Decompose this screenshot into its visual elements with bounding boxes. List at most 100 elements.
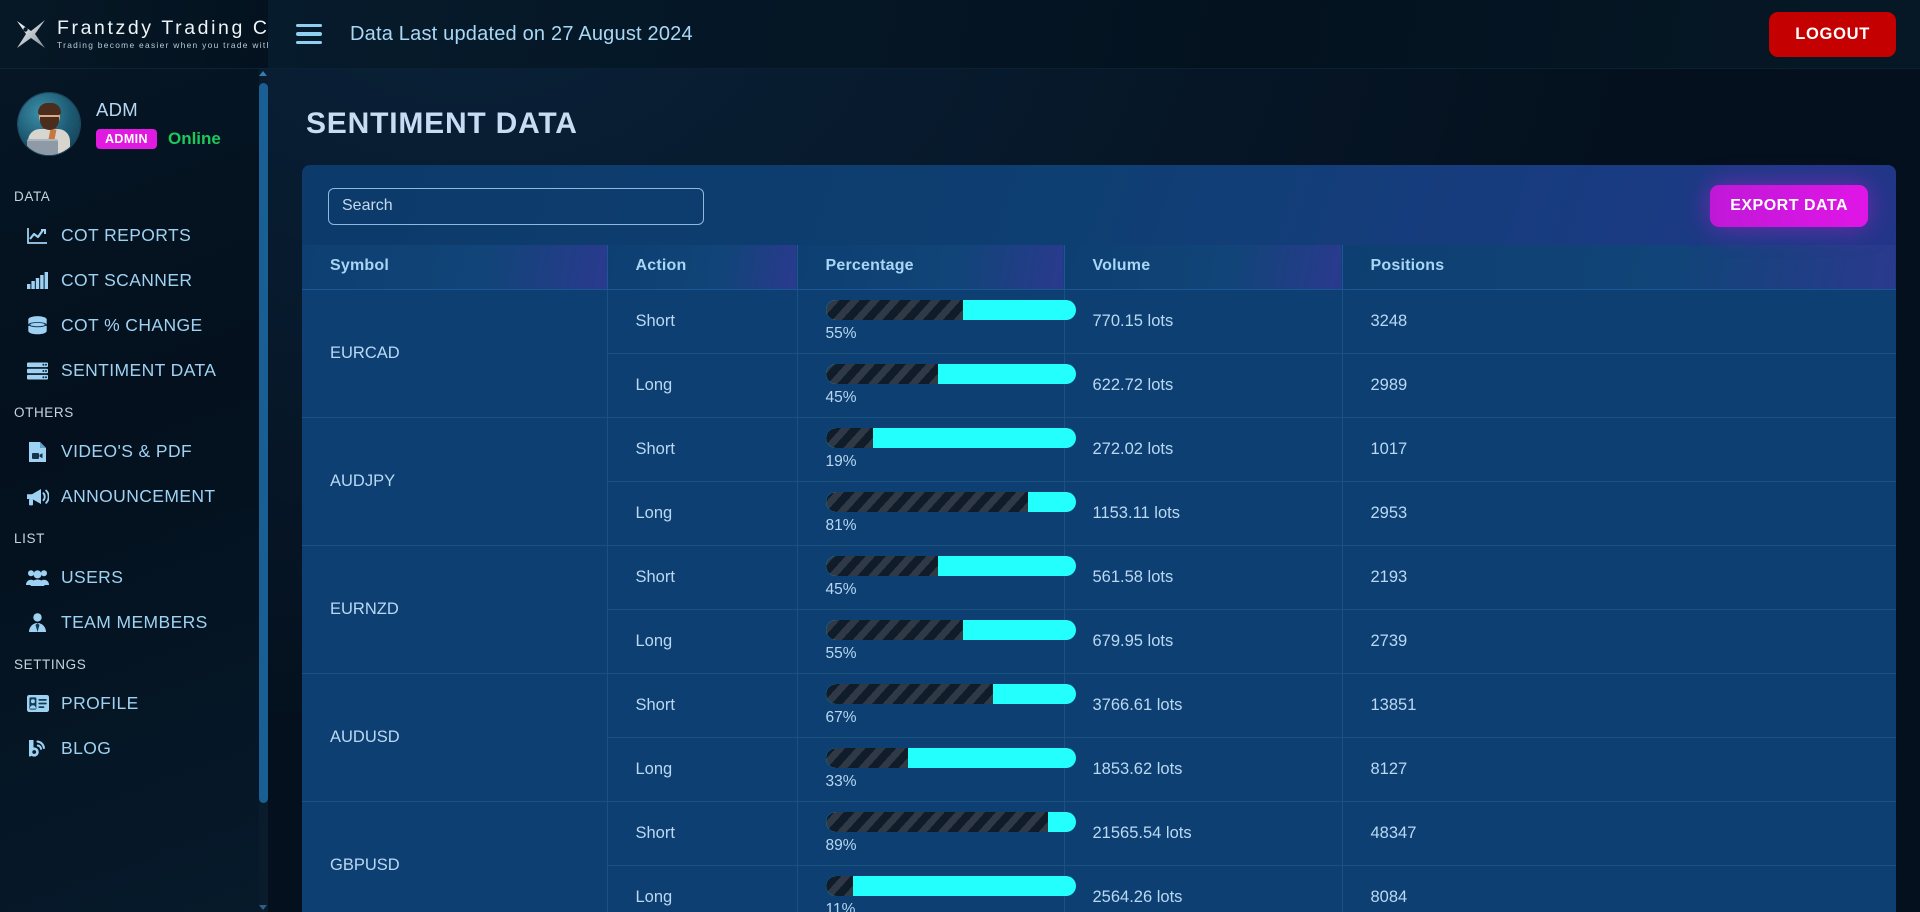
percentage-bar-wrapper: 55% <box>825 300 1076 343</box>
percentage-label: 45% <box>825 581 857 598</box>
table-row: EURCAD Short 55% 770.15 lots 3248 <box>302 289 1896 418</box>
sidebar-scrollbar[interactable] <box>259 69 268 912</box>
cell-positions: 3248 <box>1342 289 1896 354</box>
scroll-up-arrow-icon[interactable] <box>259 71 267 76</box>
sidebar-item-label: TEAM MEMBERS <box>61 612 208 632</box>
sidebar-item-users[interactable]: USERS <box>0 555 268 600</box>
percentage-bar-wrapper: 19% <box>825 428 1076 471</box>
status-badge-admin: ADMIN <box>96 129 157 149</box>
percentage-bar-wrapper: 55% <box>825 620 1076 663</box>
percentage-label: 67% <box>825 709 857 726</box>
megaphone-icon <box>26 487 49 507</box>
percentage-label: 55% <box>825 645 857 662</box>
nav-group-title-data: DATA <box>14 189 51 204</box>
percentage-label: 33% <box>825 773 857 790</box>
hamburger-menu-icon[interactable] <box>296 24 322 44</box>
sidebar-item-announcement[interactable]: ANNOUNCEMENT <box>0 474 268 519</box>
sidebar-item-profile[interactable]: PROFILE <box>0 681 268 726</box>
sidebar-item-label: COT REPORTS <box>61 225 192 245</box>
cell-volume: 2564.26 lots <box>1064 865 1343 912</box>
cell-positions: 48347 <box>1342 801 1896 866</box>
percentage-bar <box>825 876 1076 896</box>
page-title: SENTIMENT DATA <box>306 107 578 140</box>
last-updated-text: Data Last updated on 27 August 2024 <box>350 22 693 45</box>
cell-positions: 2193 <box>1342 545 1896 610</box>
sidebar: Frantzdy Trading Co. Trading become easi… <box>0 0 268 912</box>
cell-percentage: 19% <box>797 417 1076 482</box>
cell-percentage: 33% <box>797 737 1076 802</box>
cell-percentage: 81% <box>797 481 1076 546</box>
cell-percentage: 45% <box>797 545 1076 610</box>
panel-toolbar: EXPORT DATA <box>302 185 1896 227</box>
percentage-bar <box>825 812 1076 832</box>
cell-positions: 2739 <box>1342 609 1896 674</box>
sidebar-item-label: SENTIMENT DATA <box>61 360 217 380</box>
sentiment-data-table: Symbol Action Percentage Volume Position… <box>302 245 1896 912</box>
line-chart-icon <box>26 226 49 246</box>
percentage-bar <box>825 428 1076 448</box>
cell-positions: 13851 <box>1342 673 1896 738</box>
cell-action: Short <box>607 801 798 866</box>
cell-symbol: AUDUSD <box>302 673 608 802</box>
column-header-positions[interactable]: Positions <box>1342 245 1896 290</box>
cell-percentage: 55% <box>797 289 1076 354</box>
brand-header[interactable]: Frantzdy Trading Co. Trading become easi… <box>0 0 268 69</box>
blogger-icon <box>26 739 49 759</box>
file-video-icon <box>26 441 49 462</box>
cell-positions: 8084 <box>1342 865 1896 912</box>
app-root: Frantzdy Trading Co. Trading become easi… <box>0 0 1920 912</box>
sidebar-item-cot-scanner[interactable]: COT SCANNER <box>0 258 268 303</box>
sidebar-profile[interactable]: ADM ADMIN Online <box>0 69 268 177</box>
table-head: Symbol Action Percentage Volume Position… <box>302 245 1896 290</box>
table-row: AUDUSD Short 67% 3766.61 lots 13851 <box>302 673 1896 802</box>
percentage-label: 89% <box>825 837 857 854</box>
search-input[interactable] <box>328 187 704 225</box>
table-header-row: Symbol Action Percentage Volume Position… <box>302 245 1896 290</box>
export-data-button[interactable]: EXPORT DATA <box>1710 185 1868 227</box>
percentage-bar-fill <box>825 492 1028 512</box>
sidebar-item-sentiment-data[interactable]: SENTIMENT DATA <box>0 348 268 393</box>
cell-volume: 272.02 lots <box>1064 417 1343 482</box>
percentage-bar <box>825 364 1076 384</box>
cell-positions: 2953 <box>1342 481 1896 546</box>
sidebar-item-label: USERS <box>61 567 124 587</box>
cell-volume: 1853.62 lots <box>1064 737 1343 802</box>
percentage-label: 19% <box>825 453 857 470</box>
logout-button[interactable]: LOGOUT <box>1769 11 1896 57</box>
column-header-volume[interactable]: Volume <box>1064 245 1343 290</box>
sidebar-item-team-members[interactable]: TEAM MEMBERS <box>0 600 268 645</box>
sidebar-item-cot-percent-change[interactable]: COT % CHANGE <box>0 303 268 348</box>
sidebar-scrollbar-thumb[interactable] <box>259 83 268 803</box>
percentage-bar-wrapper: 67% <box>825 684 1076 727</box>
sidebar-item-videos-pdf[interactable]: VIDEO'S & PDF <box>0 429 268 474</box>
nav-group-title-settings: SETTINGS <box>14 657 87 672</box>
percentage-bar-fill <box>825 428 873 448</box>
column-header-percentage[interactable]: Percentage <box>797 245 1065 290</box>
column-header-action[interactable]: Action <box>607 245 798 290</box>
cell-positions: 8127 <box>1342 737 1896 802</box>
sidebar-item-label: COT % CHANGE <box>61 315 203 335</box>
scroll-down-arrow-icon[interactable] <box>259 905 267 910</box>
table-row: EURNZD Short 45% 561.58 lots 2193 <box>302 545 1896 674</box>
percentage-bar <box>825 556 1076 576</box>
percentage-bar-fill <box>825 684 993 704</box>
percentage-bar-wrapper: 45% <box>825 556 1076 599</box>
cell-volume: 3766.61 lots <box>1064 673 1343 738</box>
sidebar-item-blog[interactable]: BLOG <box>0 726 268 771</box>
table-row: GBPUSD Short 89% 21565.54 lots 48347 <box>302 801 1896 912</box>
main-area: Data Last updated on 27 August 2024 LOGO… <box>268 0 1920 912</box>
cell-action: Short <box>607 673 798 738</box>
cell-symbol: EURCAD <box>302 289 608 418</box>
sidebar-item-label: PROFILE <box>61 693 139 713</box>
sidebar-item-cot-reports[interactable]: COT REPORTS <box>0 213 268 258</box>
cell-percentage: 67% <box>797 673 1076 738</box>
database-icon <box>26 316 49 336</box>
cell-action: Long <box>607 481 798 546</box>
cell-action: Long <box>607 609 798 674</box>
column-header-symbol[interactable]: Symbol <box>302 245 608 290</box>
profile-name: ADM <box>96 99 139 120</box>
percentage-bar-wrapper: 89% <box>825 812 1076 855</box>
cell-action: Short <box>607 417 798 482</box>
cell-percentage: 11% <box>797 865 1076 912</box>
sidebar-item-label: VIDEO'S & PDF <box>61 441 193 461</box>
